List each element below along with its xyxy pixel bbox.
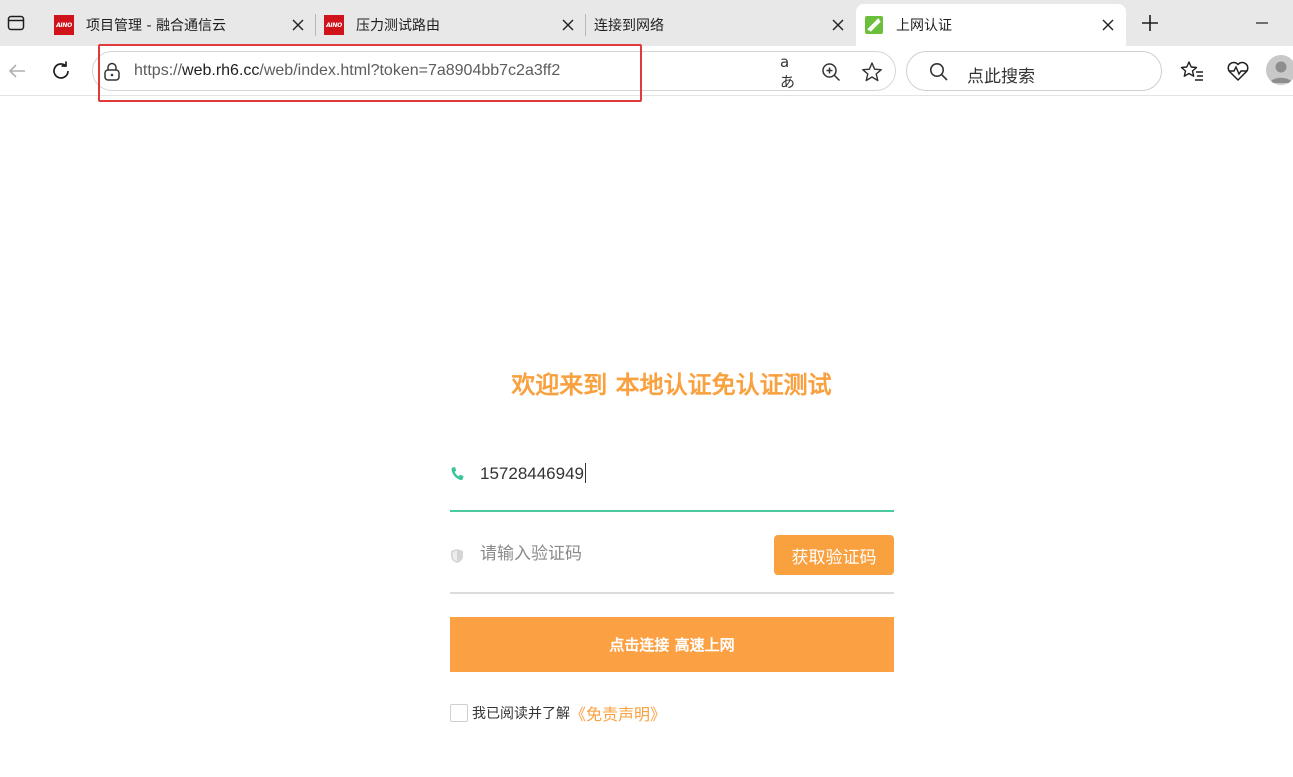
close-icon[interactable] — [558, 15, 578, 35]
page-title: 欢迎来到 本地认证免认证测试 — [511, 371, 832, 399]
agree-text: 我已阅读并了解 — [472, 706, 570, 722]
tab-project-management[interactable]: AINO 项目管理 - 融合通信云 — [46, 4, 316, 46]
agree-checkbox[interactable] — [450, 704, 468, 722]
tab-title: 压力测试路由 — [356, 18, 440, 34]
verification-code-field[interactable]: 获取验证码 — [450, 530, 894, 594]
aino-logo-icon: AINO — [54, 15, 74, 35]
favorites-list-icon — [1180, 61, 1203, 81]
back-arrow-icon — [8, 64, 25, 78]
address-bar[interactable]: https://web.rh6.cc/web/index.html?token=… — [92, 51, 896, 91]
tab-connect-to-network[interactable]: 连接到网络 — [586, 4, 856, 46]
minimize-button[interactable] — [1248, 9, 1276, 37]
tab-internet-auth[interactable]: 上网认证 — [856, 4, 1126, 46]
search-placeholder: 点此搜索 — [967, 67, 1035, 87]
close-icon[interactable] — [1098, 15, 1118, 35]
tab-actions-button[interactable] — [0, 0, 32, 46]
plus-icon — [1142, 15, 1158, 31]
new-tab-button[interactable] — [1136, 9, 1164, 37]
shield-icon — [451, 549, 463, 563]
back-button[interactable] — [2, 56, 32, 86]
profile-avatar[interactable] — [1266, 55, 1293, 85]
tab-title: 连接到网络 — [594, 18, 664, 34]
zoom-icon[interactable] — [819, 60, 843, 84]
close-icon[interactable] — [828, 15, 848, 35]
verification-code-input[interactable] — [480, 536, 760, 572]
person-icon — [1270, 61, 1292, 83]
green-leaf-logo-icon — [865, 16, 883, 34]
tab-actions-icon — [7, 15, 25, 31]
tab-title: 项目管理 - 融合通信云 — [86, 18, 226, 34]
login-form: 15728446949 获取验证码 — [450, 450, 894, 594]
phone-field[interactable]: 15728446949 — [450, 450, 894, 512]
connect-button[interactable]: 点击连接 高速上网 — [450, 617, 894, 672]
heart-pulse-icon — [1227, 61, 1249, 81]
tab-stress-test-router[interactable]: AINO 压力测试路由 — [316, 4, 586, 46]
search-box[interactable]: 点此搜索 — [906, 51, 1162, 91]
lock-icon[interactable] — [103, 62, 121, 82]
url-path: /web/index.html?token=7a8904bb7c2a3ff2 — [259, 62, 561, 79]
phone-input-value[interactable]: 15728446949 — [480, 463, 586, 484]
close-icon[interactable] — [288, 15, 308, 35]
refresh-icon — [53, 61, 69, 79]
minimize-icon — [1256, 22, 1268, 24]
url-scheme: https:// — [134, 62, 183, 79]
search-icon — [930, 63, 948, 81]
refresh-button[interactable] — [46, 56, 76, 86]
agreement-row: 我已阅读并了解 《免责声明》 — [450, 701, 666, 725]
tab-title: 上网认证 — [896, 18, 952, 34]
tab-strip: AINO 项目管理 - 融合通信云 AINO 压力测试路由 连接到网络 上网认证 — [0, 0, 1293, 46]
aino-logo-icon: AINO — [324, 15, 344, 35]
favorites-button[interactable] — [1177, 56, 1207, 86]
browser-essentials-button[interactable] — [1223, 56, 1253, 86]
url-host: web.rh6.cc — [182, 62, 260, 79]
url-text[interactable]: https://web.rh6.cc/web/index.html?token=… — [134, 62, 560, 80]
read-aloud-icon[interactable]: aあ — [780, 53, 804, 91]
phone-icon — [451, 467, 464, 481]
disclaimer-link[interactable]: 《免责声明》 — [570, 701, 666, 725]
browser-toolbar: https://web.rh6.cc/web/index.html?token=… — [0, 46, 1293, 96]
get-code-button[interactable]: 获取验证码 — [774, 535, 894, 575]
favorite-star-icon[interactable] — [860, 60, 884, 84]
